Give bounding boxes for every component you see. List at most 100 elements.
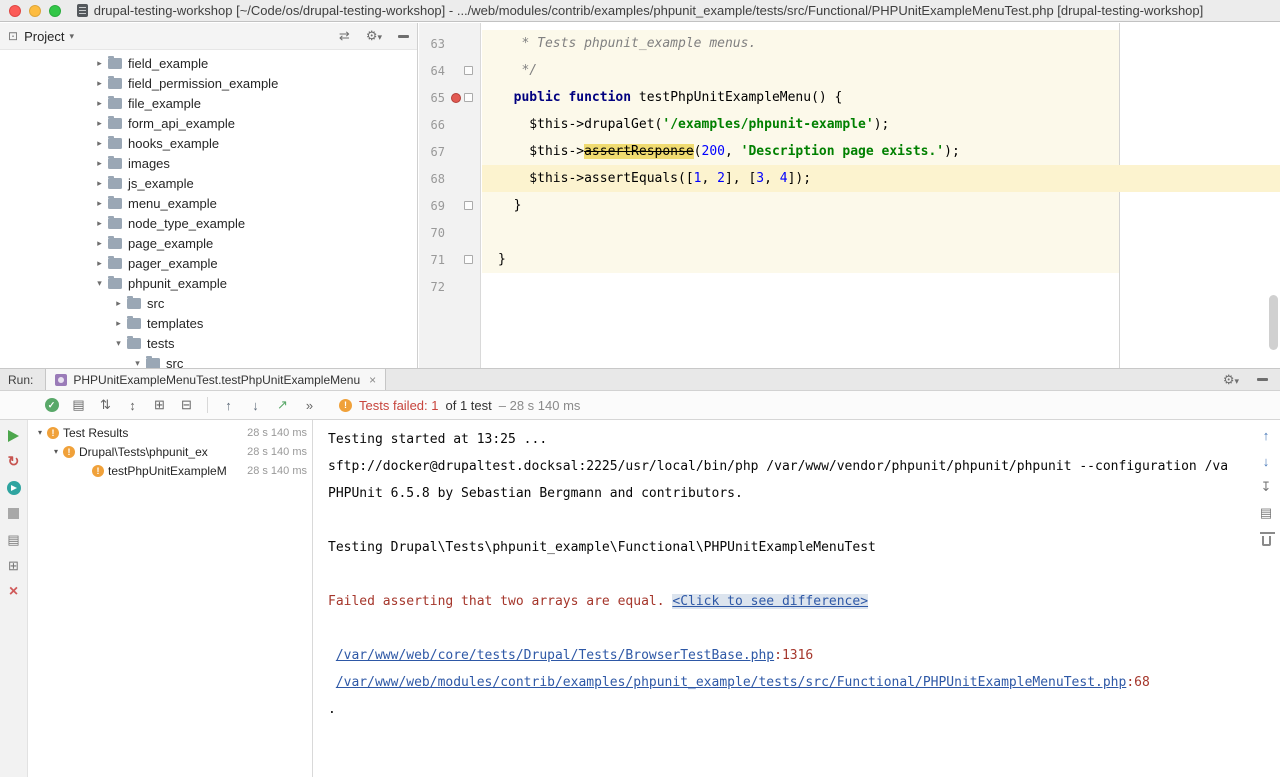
scroll-to-end-button[interactable]: ↧ — [1258, 479, 1274, 495]
toggle-auto-test-button[interactable] — [5, 479, 23, 496]
project-tree-item[interactable]: ▾src — [0, 353, 417, 368]
show-passed-button[interactable]: ✓ — [38, 398, 65, 412]
project-tree-item[interactable]: ▸menu_example — [0, 193, 417, 213]
collapse-all-button[interactable]: ⊟ — [173, 397, 200, 413]
test-console-output[interactable]: Testing started at 13:25 ...sftp://docke… — [314, 420, 1252, 777]
project-tree-item[interactable]: ▸js_example — [0, 173, 417, 193]
project-tree-item[interactable]: ▸hooks_example — [0, 133, 417, 153]
expand-all-button[interactable]: ⊞ — [146, 397, 173, 413]
project-tree-item[interactable]: ▸node_type_example — [0, 213, 417, 233]
project-tree-item[interactable]: ▸src — [0, 293, 417, 313]
console-link[interactable]: /var/www/web/core/tests/Drupal/Tests/Bro… — [336, 648, 774, 663]
editor[interactable]: 63646566676869707172 * Tests phpunit_exa… — [419, 23, 1280, 368]
project-tree-item[interactable]: ▸file_example — [0, 93, 417, 113]
code-line[interactable] — [482, 273, 1280, 300]
minimize-window-button[interactable] — [29, 5, 41, 17]
console-link[interactable]: <Click to see difference> — [672, 594, 868, 609]
chevron-right-icon[interactable]: ▸ — [112, 298, 125, 309]
chevron-down-icon[interactable]: ▾ — [70, 31, 75, 42]
gutter-row: 66 — [419, 111, 480, 138]
test-tree-item[interactable]: ▾!Test Results28 s 140 ms — [29, 423, 312, 442]
code-line[interactable]: $this->assertResponse(200, 'Description … — [482, 138, 1280, 165]
chevron-down-icon[interactable]: ▾ — [93, 278, 106, 289]
code-line[interactable]: */ — [482, 57, 1280, 84]
chevron-down-icon[interactable]: ▾ — [131, 358, 144, 369]
fold-marker-icon[interactable] — [464, 255, 473, 264]
show-console-button[interactable]: ▤ — [5, 531, 23, 548]
folder-icon — [108, 258, 122, 269]
test-failed-icon[interactable] — [451, 93, 461, 103]
chevron-right-icon[interactable]: ▸ — [93, 178, 106, 189]
chevron-right-icon[interactable]: ▸ — [112, 318, 125, 329]
restore-layout-button[interactable]: ⊞ — [5, 557, 23, 574]
chevron-right-icon[interactable]: ▸ — [93, 158, 106, 169]
code-line[interactable]: } — [482, 246, 1280, 273]
chevron-right-icon[interactable]: ▸ — [93, 218, 106, 229]
folder-icon — [127, 338, 141, 349]
chevron-right-icon[interactable]: ▸ — [93, 118, 106, 129]
zoom-window-button[interactable] — [49, 5, 61, 17]
chevron-down-icon[interactable]: ▾ — [34, 428, 46, 437]
chevron-right-icon[interactable]: ▸ — [93, 78, 106, 89]
hide-panel-icon[interactable] — [1257, 378, 1268, 381]
test-tree-item[interactable]: !testPhpUnitExampleM28 s 140 ms — [29, 461, 312, 480]
trash-icon — [1262, 536, 1271, 546]
next-failed-test-button[interactable]: ↓ — [242, 398, 269, 413]
code-line[interactable]: public function testPhpUnitExampleMenu()… — [482, 84, 1280, 111]
test-item-label: Test Results — [63, 426, 128, 440]
test-tree-item[interactable]: ▾!Drupal\Tests\phpunit_ex28 s 140 ms — [29, 442, 312, 461]
chevron-right-icon[interactable]: ▸ — [93, 238, 106, 249]
project-panel-title[interactable]: Project — [24, 29, 64, 44]
code-line[interactable]: } — [482, 192, 1280, 219]
code-line[interactable]: $this->drupalGet('/examples/phpunit-exam… — [482, 111, 1280, 138]
chevron-right-icon[interactable]: ▸ — [93, 198, 106, 209]
folder-icon — [108, 98, 122, 109]
chevron-right-icon[interactable]: ▸ — [93, 258, 106, 269]
export-test-results-button[interactable]: ↗ — [269, 397, 296, 413]
fold-marker-icon[interactable] — [464, 93, 473, 102]
console-link[interactable]: /var/www/web/modules/contrib/examples/ph… — [336, 675, 1127, 690]
sort-by-duration-button[interactable]: ↕ — [119, 398, 146, 413]
gear-icon[interactable]: ⚙▾ — [366, 28, 382, 44]
chevron-right-icon[interactable]: ▸ — [93, 58, 106, 69]
code-area[interactable]: * Tests phpunit_example menus. */ public… — [482, 23, 1280, 368]
project-tree-item[interactable]: ▸field_example — [0, 53, 417, 73]
project-tree-item[interactable]: ▸page_example — [0, 233, 417, 253]
close-window-button[interactable] — [9, 5, 21, 17]
project-tree-item[interactable]: ▸form_api_example — [0, 113, 417, 133]
project-tree-item[interactable]: ▸images — [0, 153, 417, 173]
chevron-down-icon[interactable]: ▾ — [112, 338, 125, 349]
sort-alphabetically-button[interactable]: ⇅ — [92, 397, 119, 413]
project-tree-item[interactable]: ▸field_permission_example — [0, 73, 417, 93]
show-ignored-button[interactable]: ▤ — [65, 397, 92, 413]
fold-marker-icon[interactable] — [464, 201, 473, 210]
hide-panel-icon[interactable] — [398, 35, 409, 38]
chevron-down-icon[interactable]: ▾ — [50, 447, 62, 456]
rerun-failed-tests-button[interactable]: ↻ — [5, 453, 23, 470]
close-tab-icon[interactable]: × — [369, 373, 376, 387]
phpunit-icon — [55, 374, 67, 386]
navigate-up-stacktrace-button[interactable]: ↑ — [1258, 427, 1274, 443]
print-button[interactable]: ▤ — [1258, 505, 1274, 521]
stop-button[interactable] — [5, 505, 23, 522]
code-line[interactable]: $this->assertEquals([1, 2], [3, 4]); — [482, 165, 1280, 192]
overflow-icon[interactable]: » — [296, 398, 323, 413]
project-tree-item[interactable]: ▸pager_example — [0, 253, 417, 273]
chevron-right-icon[interactable]: ▸ — [93, 98, 106, 109]
code-line[interactable]: * Tests phpunit_example menus. — [482, 30, 1280, 57]
code-line[interactable] — [482, 219, 1280, 246]
chevron-right-icon[interactable]: ▸ — [93, 138, 106, 149]
rerun-button[interactable] — [5, 427, 23, 444]
scroll-from-source-icon[interactable]: ⇄ — [339, 28, 350, 44]
close-panel-button[interactable]: × — [5, 583, 23, 600]
fold-marker-icon[interactable] — [464, 66, 473, 75]
run-tab[interactable]: PHPUnitExampleMenuTest.testPhpUnitExampl… — [45, 369, 386, 390]
gear-icon[interactable]: ⚙▾ — [1223, 372, 1239, 388]
editor-scrollbar[interactable] — [1269, 295, 1278, 350]
project-tree-item[interactable]: ▾phpunit_example — [0, 273, 417, 293]
previous-failed-test-button[interactable]: ↑ — [215, 398, 242, 413]
navigate-down-stacktrace-button[interactable]: ↓ — [1258, 453, 1274, 469]
project-tree-item[interactable]: ▾tests — [0, 333, 417, 353]
project-tree-item[interactable]: ▸templates — [0, 313, 417, 333]
clear-all-button[interactable] — [1258, 531, 1274, 547]
